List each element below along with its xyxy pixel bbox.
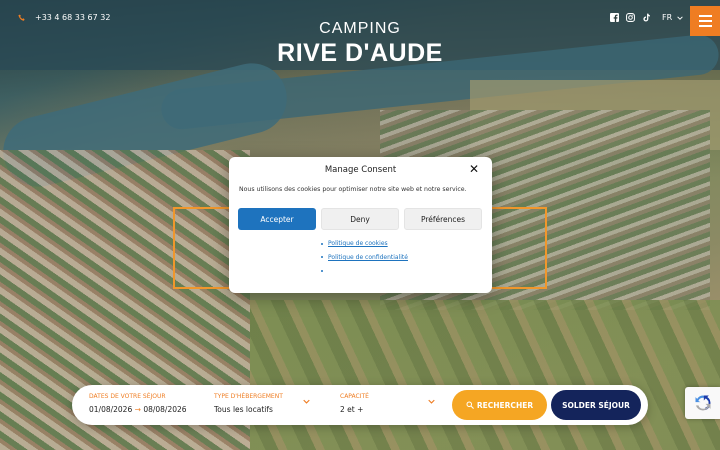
consent-buttons: Accepter Deny Préférences [238,208,482,230]
booking-search-bar: DATES DE VOTRE SÉJOUR 01/08/2026 → 08/08… [72,385,648,425]
search-icon [466,401,474,409]
empty-link-item [321,264,408,278]
deny-button[interactable]: Deny [321,208,399,230]
search-label: RECHERCHER [476,400,534,410]
date-to: 08/08/2026 [143,405,187,414]
pay-balance-button[interactable]: SOLDER SÉJOUR [551,390,641,420]
capacity-label: CAPACITÉ [340,393,369,400]
site-logo[interactable]: CAMPING RIVE D'AUDE [0,20,720,68]
recaptcha-badge[interactable] [685,387,720,419]
cookie-policy-link[interactable]: Politique de cookies [328,240,388,247]
accept-button[interactable]: Accepter [238,208,316,230]
consent-text: Nous utilisons des cookies pour optimise… [239,186,467,193]
consent-links: Politique de cookies Politique de confid… [321,237,408,278]
dates-field[interactable]: DATES DE VOTRE SÉJOUR 01/08/2026 → 08/08… [89,393,187,414]
chevron-down-icon[interactable] [303,398,310,405]
close-icon[interactable]: ✕ [469,163,479,175]
chevron-down-icon[interactable] [428,398,435,405]
preferences-button[interactable]: Préférences [404,208,482,230]
privacy-policy-link[interactable]: Politique de confidentialité [328,254,408,261]
consent-title: Manage Consent [324,165,397,175]
arrow-right-icon: → [134,405,141,414]
recaptcha-icon [695,395,710,411]
logo-line2: RIVE D'AUDE [277,39,443,67]
type-value: Tous les locatifs [214,405,273,414]
logo-line1: CAMPING [319,20,401,37]
cookie-consent-dialog: Manage Consent ✕ Nous utilisons des cook… [229,157,492,293]
type-label: TYPE D'HÉBERGEMENT [214,393,283,400]
capacity-value: 2 et + [340,405,364,414]
capacity-select[interactable]: CAPACITÉ 2 et + [340,393,369,414]
dates-label: DATES DE VOTRE SÉJOUR [89,393,166,400]
hamburger-icon [698,15,712,17]
date-from: 01/08/2026 [89,405,133,414]
accommodation-type-select[interactable]: TYPE D'HÉBERGEMENT Tous les locatifs [214,393,283,414]
search-button[interactable]: RECHERCHER [452,390,547,420]
